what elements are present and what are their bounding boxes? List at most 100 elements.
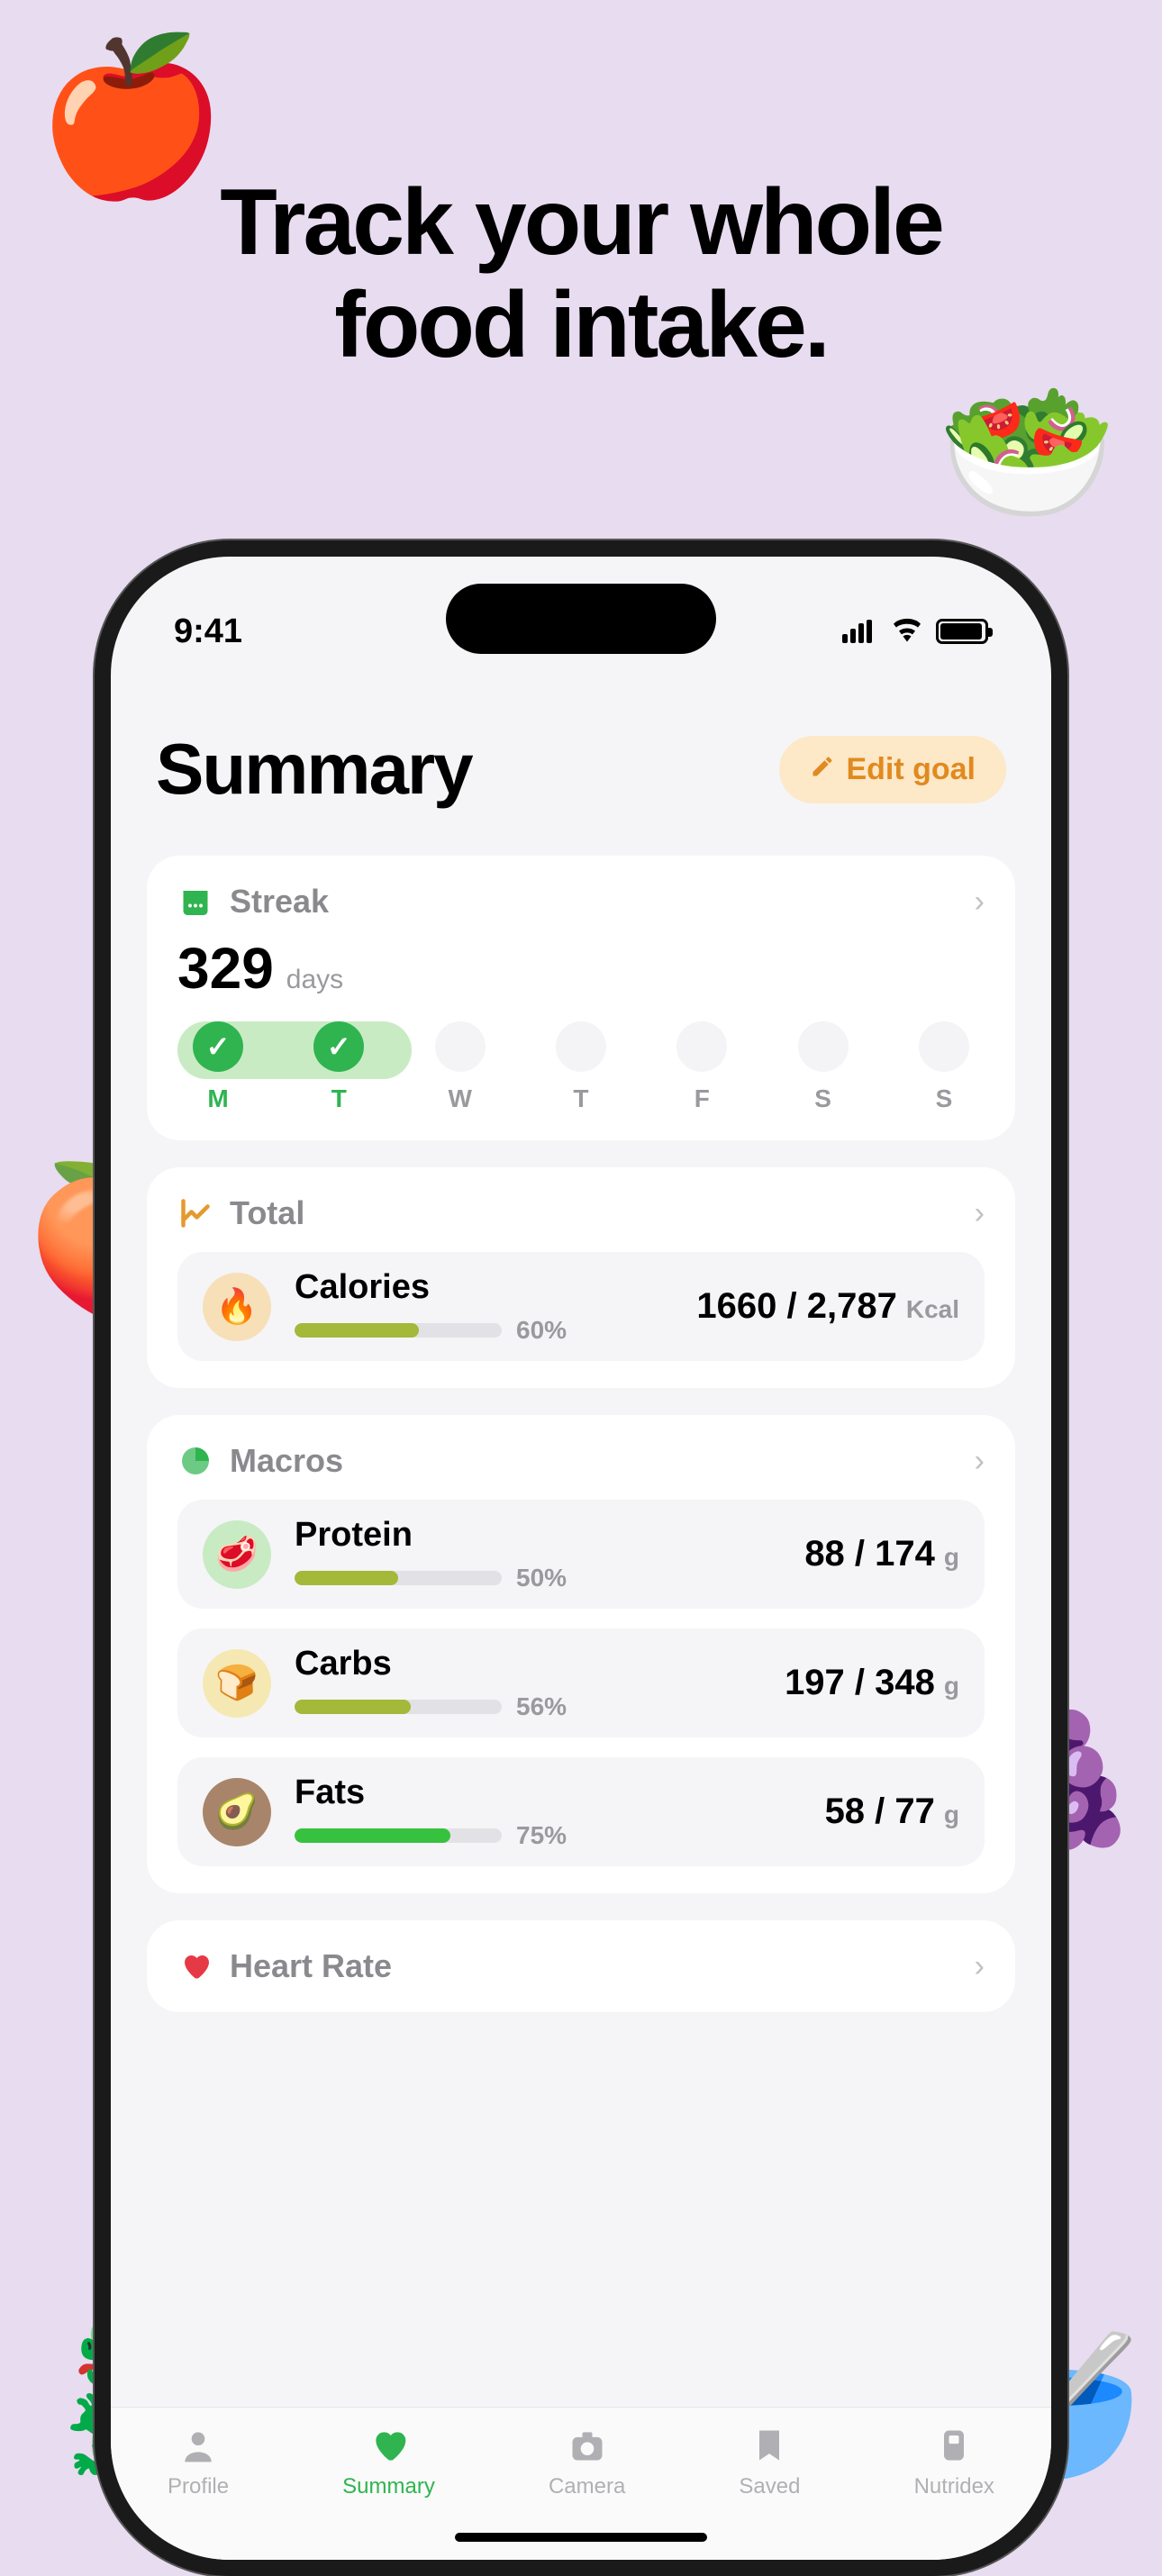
flame-icon: 🔥 xyxy=(203,1273,271,1341)
marketing-headline: Track your whole food intake. xyxy=(0,171,1162,377)
macro-row: 🥩 Protein 50% 88 / 174 g xyxy=(177,1500,985,1609)
calories-value: 1660 / 2,787 xyxy=(696,1286,896,1327)
nutridex-icon xyxy=(932,2424,976,2467)
macro-bar xyxy=(295,1571,502,1585)
streak-day: S xyxy=(903,1021,985,1113)
tab-camera[interactable]: Camera xyxy=(549,2424,625,2499)
tab-saved[interactable]: Saved xyxy=(739,2424,800,2499)
macro-icon: 🍞 xyxy=(203,1649,271,1718)
macro-value: 58 / 77 xyxy=(825,1791,935,1832)
macros-card[interactable]: Macros › 🥩 Protein 50% 88 / 174 g 🍞 Carb… xyxy=(147,1415,1015,1893)
calories-name: Calories xyxy=(295,1268,673,1307)
chevron-right-icon: › xyxy=(975,1444,985,1479)
chevron-right-icon: › xyxy=(975,884,985,920)
page-header: Summary Edit goal xyxy=(111,674,1051,838)
day-label: S xyxy=(814,1084,831,1113)
day-empty-dot xyxy=(676,1021,727,1072)
phone-frame: 9:41 Summary Edit goal xyxy=(95,540,1067,2576)
streak-day: S xyxy=(783,1021,864,1113)
home-indicator xyxy=(455,2533,707,2542)
cellular-signal-icon xyxy=(842,620,878,643)
macros-section-label: Macros xyxy=(230,1442,343,1480)
calendar-icon xyxy=(177,884,213,920)
day-empty-dot xyxy=(919,1021,969,1072)
status-time: 9:41 xyxy=(174,612,242,651)
line-chart-icon xyxy=(177,1195,213,1231)
wifi-icon xyxy=(891,617,923,647)
macro-value: 88 / 174 xyxy=(804,1534,935,1574)
streak-day: T xyxy=(540,1021,622,1113)
macros-rows-container: 🥩 Protein 50% 88 / 174 g 🍞 Carbs 56% 197… xyxy=(177,1500,985,1866)
total-section-label: Total xyxy=(230,1194,304,1232)
dynamic-island xyxy=(446,584,716,654)
tab-label: Saved xyxy=(739,2474,800,2499)
macro-value: 197 / 348 xyxy=(785,1663,935,1703)
macro-bar xyxy=(295,1828,502,1843)
calories-pct: 60% xyxy=(516,1316,567,1345)
tab-label: Nutridex xyxy=(914,2474,994,2499)
macro-unit: g xyxy=(944,1543,959,1572)
macro-pct: 75% xyxy=(516,1821,567,1850)
headline-line1: Track your whole xyxy=(0,171,1162,274)
streak-count: 329 xyxy=(177,935,274,1002)
calories-bar xyxy=(295,1323,502,1338)
macro-pct: 56% xyxy=(516,1692,567,1721)
macro-unit: g xyxy=(944,1800,959,1829)
streak-unit: days xyxy=(286,965,343,995)
tab-profile[interactable]: Profile xyxy=(168,2424,229,2499)
streak-week-row: MTWTFSS xyxy=(177,1021,985,1113)
heart-rate-section-label: Heart Rate xyxy=(230,1947,392,1985)
streak-day: T xyxy=(298,1021,379,1113)
day-empty-dot xyxy=(798,1021,849,1072)
day-label: T xyxy=(331,1084,347,1113)
battery-icon xyxy=(936,619,988,644)
macro-icon: 🥑 xyxy=(203,1778,271,1846)
tab-label: Profile xyxy=(168,2474,229,2499)
calories-unit: Kcal xyxy=(906,1295,959,1324)
day-label: F xyxy=(694,1084,710,1113)
streak-day: W xyxy=(420,1021,501,1113)
streak-day: M xyxy=(177,1021,259,1113)
streak-day: F xyxy=(661,1021,742,1113)
status-indicators xyxy=(842,617,988,647)
day-label: W xyxy=(448,1084,471,1113)
day-empty-dot xyxy=(435,1021,486,1072)
chevron-right-icon: › xyxy=(975,1949,985,1984)
headline-line2: food intake. xyxy=(0,274,1162,376)
streak-section-label: Streak xyxy=(230,883,329,921)
day-label: S xyxy=(936,1084,953,1113)
macro-pct: 50% xyxy=(516,1564,567,1592)
edit-goal-label: Edit goal xyxy=(846,752,976,787)
tab-label: Camera xyxy=(549,2474,625,2499)
heart-rate-card[interactable]: Heart Rate › xyxy=(147,1920,1015,2012)
summary-icon xyxy=(368,2424,411,2467)
macro-name: Carbs xyxy=(295,1645,761,1683)
check-circle-icon xyxy=(193,1021,243,1072)
check-circle-icon xyxy=(313,1021,364,1072)
macro-row: 🥑 Fats 75% 58 / 77 g xyxy=(177,1757,985,1866)
macro-name: Fats xyxy=(295,1773,802,1812)
tab-summary[interactable]: Summary xyxy=(342,2424,435,2499)
fruit-bowl-illustration: 🥗 xyxy=(938,369,1117,538)
edit-goal-button[interactable]: Edit goal xyxy=(779,736,1006,803)
macro-unit: g xyxy=(944,1672,959,1701)
heart-icon xyxy=(177,1948,213,1984)
camera-icon xyxy=(566,2424,609,2467)
chevron-right-icon: › xyxy=(975,1196,985,1231)
calories-row: 🔥 Calories 60% 1660 / 2,787 Kcal xyxy=(177,1252,985,1361)
pencil-icon xyxy=(810,752,835,787)
profile-icon xyxy=(177,2424,220,2467)
macro-row: 🍞 Carbs 56% 197 / 348 g xyxy=(177,1628,985,1737)
day-label: T xyxy=(573,1084,588,1113)
saved-icon xyxy=(748,2424,791,2467)
total-card[interactable]: Total › 🔥 Calories 60% 1660 / 2,787 xyxy=(147,1167,1015,1388)
day-empty-dot xyxy=(556,1021,606,1072)
page-title: Summary xyxy=(156,728,472,811)
macro-bar xyxy=(295,1700,502,1714)
tab-nutridex[interactable]: Nutridex xyxy=(914,2424,994,2499)
day-label: M xyxy=(207,1084,228,1113)
pie-chart-icon xyxy=(177,1443,213,1479)
streak-card[interactable]: Streak › 329 days M T W T F S S xyxy=(147,856,1015,1140)
phone-screen: 9:41 Summary Edit goal xyxy=(111,557,1051,2560)
macro-icon: 🥩 xyxy=(203,1520,271,1589)
